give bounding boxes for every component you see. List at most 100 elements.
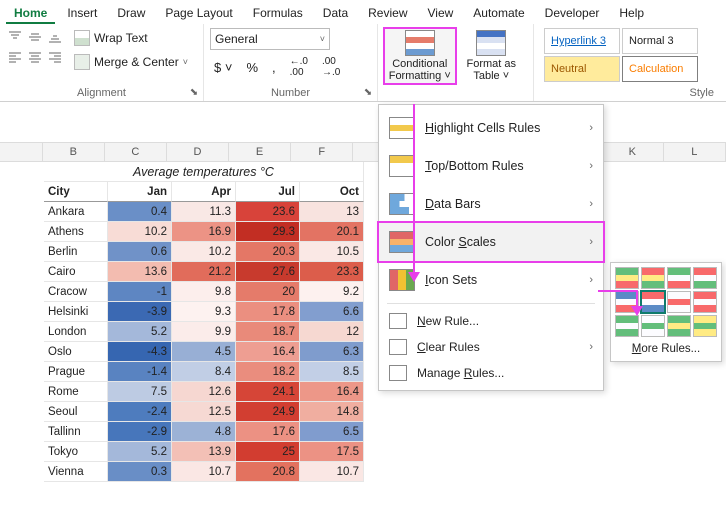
- city-cell[interactable]: Vienna: [44, 462, 108, 482]
- tab-page-layout[interactable]: Page Layout: [157, 4, 240, 24]
- data-cell[interactable]: 4.5: [172, 342, 236, 362]
- color-scale-option[interactable]: [641, 315, 665, 337]
- data-cell[interactable]: 11.3: [172, 202, 236, 222]
- tab-review[interactable]: Review: [360, 4, 415, 24]
- city-cell[interactable]: Seoul: [44, 402, 108, 422]
- data-cell[interactable]: 23.3: [300, 262, 364, 282]
- color-scale-option[interactable]: [693, 291, 717, 313]
- city-cell[interactable]: Tallinn: [44, 422, 108, 442]
- tab-draw[interactable]: Draw: [109, 4, 153, 24]
- city-cell[interactable]: Prague: [44, 362, 108, 382]
- city-cell[interactable]: Athens: [44, 222, 108, 242]
- col-header-B[interactable]: B: [43, 143, 105, 161]
- data-cell[interactable]: 16.9: [172, 222, 236, 242]
- style-neutral[interactable]: Neutral: [544, 56, 620, 82]
- data-cell[interactable]: 16.4: [300, 382, 364, 402]
- align-middle-icon[interactable]: [26, 28, 44, 46]
- align-top-icon[interactable]: [6, 28, 24, 46]
- col-header-C[interactable]: C: [105, 143, 167, 161]
- conditional-formatting-button[interactable]: ConditionalFormatting ˅: [384, 28, 456, 84]
- number-dialog-launcher[interactable]: ⬊: [361, 85, 375, 99]
- city-cell[interactable]: London: [44, 322, 108, 342]
- cf-new-rule[interactable]: New Rule...: [379, 308, 603, 334]
- col-header-E[interactable]: E: [229, 143, 291, 161]
- data-cell[interactable]: 16.4: [236, 342, 300, 362]
- style-calculation[interactable]: Calculation: [622, 56, 698, 82]
- data-cell[interactable]: -4.3: [108, 342, 172, 362]
- data-cell[interactable]: -1: [108, 282, 172, 302]
- data-cell[interactable]: 7.5: [108, 382, 172, 402]
- color-scale-option[interactable]: [667, 291, 691, 313]
- data-cell[interactable]: 20: [236, 282, 300, 302]
- increase-decimal-button[interactable]: ←.0.00: [286, 54, 312, 80]
- data-cell[interactable]: 24.9: [236, 402, 300, 422]
- color-scales-more-rules[interactable]: More Rules...: [615, 337, 717, 357]
- color-scale-option[interactable]: [667, 315, 691, 337]
- data-cell[interactable]: 10.7: [172, 462, 236, 482]
- tab-developer[interactable]: Developer: [537, 4, 608, 24]
- align-left-icon[interactable]: [6, 48, 24, 66]
- data-cell[interactable]: 29.3: [236, 222, 300, 242]
- data-cell[interactable]: 12: [300, 322, 364, 342]
- data-cell[interactable]: 9.3: [172, 302, 236, 322]
- cf-color-scales[interactable]: Color Scales ›: [378, 222, 604, 262]
- data-cell[interactable]: 13: [300, 202, 364, 222]
- data-cell[interactable]: 13.9: [172, 442, 236, 462]
- align-right-icon[interactable]: [46, 48, 64, 66]
- color-scale-option[interactable]: [641, 291, 665, 313]
- tab-home[interactable]: Home: [6, 4, 55, 24]
- format-as-table-button[interactable]: Format asTable ˅: [456, 28, 528, 84]
- data-cell[interactable]: 20.8: [236, 462, 300, 482]
- accounting-format-button[interactable]: $ ˅: [210, 58, 236, 77]
- data-cell[interactable]: 18.2: [236, 362, 300, 382]
- align-bottom-icon[interactable]: [46, 28, 64, 46]
- wrap-text-button[interactable]: Wrap Text: [70, 28, 192, 48]
- data-cell[interactable]: 20.1: [300, 222, 364, 242]
- data-cell[interactable]: 27.6: [236, 262, 300, 282]
- city-cell[interactable]: Berlin: [44, 242, 108, 262]
- data-cell[interactable]: 12.6: [172, 382, 236, 402]
- data-cell[interactable]: 6.6: [300, 302, 364, 322]
- cf-manage-rules[interactable]: Manage Rules...: [379, 360, 603, 386]
- col-header-L[interactable]: L: [664, 143, 726, 161]
- city-cell[interactable]: Tokyo: [44, 442, 108, 462]
- alignment-dialog-launcher[interactable]: ⬊: [187, 85, 201, 99]
- cf-clear-rules[interactable]: Clear Rules›: [379, 334, 603, 360]
- data-cell[interactable]: 0.4: [108, 202, 172, 222]
- select-all[interactable]: [0, 143, 43, 161]
- data-cell[interactable]: 9.2: [300, 282, 364, 302]
- city-cell[interactable]: Helsinki: [44, 302, 108, 322]
- data-cell[interactable]: 0.6: [108, 242, 172, 262]
- style-normal[interactable]: Normal 3: [622, 28, 698, 54]
- data-cell[interactable]: 4.8: [172, 422, 236, 442]
- data-cell[interactable]: 9.9: [172, 322, 236, 342]
- data-cell[interactable]: 10.7: [300, 462, 364, 482]
- tab-view[interactable]: View: [420, 4, 462, 24]
- data-cell[interactable]: 12.5: [172, 402, 236, 422]
- data-cell[interactable]: 23.6: [236, 202, 300, 222]
- tab-automate[interactable]: Automate: [465, 4, 532, 24]
- tab-data[interactable]: Data: [315, 4, 356, 24]
- data-cell[interactable]: 8.4: [172, 362, 236, 382]
- color-scale-option[interactable]: [693, 267, 717, 289]
- data-cell[interactable]: 17.6: [236, 422, 300, 442]
- color-scale-option[interactable]: [615, 267, 639, 289]
- data-cell[interactable]: -3.9: [108, 302, 172, 322]
- data-cell[interactable]: 24.1: [236, 382, 300, 402]
- align-center-icon[interactable]: [26, 48, 44, 66]
- data-cell[interactable]: 10.5: [300, 242, 364, 262]
- data-cell[interactable]: 6.3: [300, 342, 364, 362]
- color-scale-option[interactable]: [641, 267, 665, 289]
- data-cell[interactable]: 20.3: [236, 242, 300, 262]
- color-scale-option[interactable]: [615, 315, 639, 337]
- number-format-dropdown[interactable]: General˅: [210, 28, 330, 50]
- data-cell[interactable]: 9.8: [172, 282, 236, 302]
- city-cell[interactable]: Oslo: [44, 342, 108, 362]
- data-cell[interactable]: 5.2: [108, 322, 172, 342]
- style-hyperlink[interactable]: Hyperlink 3: [544, 28, 620, 54]
- data-cell[interactable]: 17.8: [236, 302, 300, 322]
- city-cell[interactable]: Rome: [44, 382, 108, 402]
- data-cell[interactable]: -1.4: [108, 362, 172, 382]
- data-cell[interactable]: 14.8: [300, 402, 364, 422]
- data-cell[interactable]: 18.7: [236, 322, 300, 342]
